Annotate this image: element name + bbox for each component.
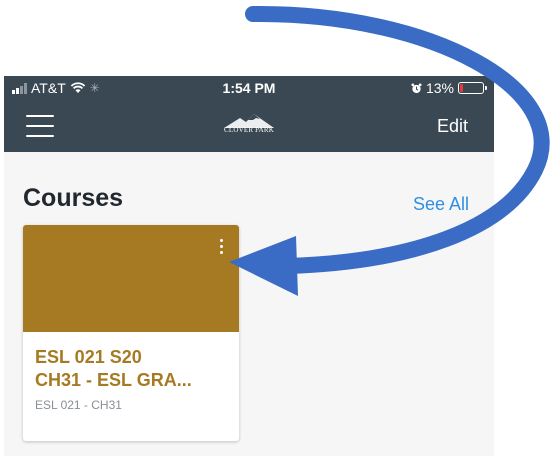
alarm-clock-icon bbox=[411, 82, 422, 93]
battery-fill bbox=[460, 84, 463, 92]
logo-text: CLOVER PARK bbox=[224, 126, 274, 134]
clover-park-logo: CLOVER PARK bbox=[222, 112, 276, 138]
courses-heading: Courses bbox=[23, 184, 124, 212]
app-screen: AT&T ✳ 1:54 PM 13% CLOVER PARK Edit Cour… bbox=[4, 76, 494, 456]
course-card-banner[interactable] bbox=[23, 225, 239, 332]
see-all-link[interactable]: See All bbox=[413, 194, 469, 215]
course-code: ESL 021 - CH31 bbox=[35, 398, 122, 412]
edit-button[interactable]: Edit bbox=[437, 116, 468, 137]
status-right: 13% bbox=[411, 80, 487, 96]
course-name[interactable]: ESL 021 S20 CH31 - ESL GRA... bbox=[35, 346, 231, 392]
hamburger-menu-icon[interactable] bbox=[26, 115, 54, 137]
battery-percent: 13% bbox=[425, 80, 454, 96]
course-card[interactable]: ESL 021 S20 CH31 - ESL GRA... ESL 021 - … bbox=[23, 225, 239, 441]
nav-bar: CLOVER PARK Edit bbox=[4, 100, 494, 152]
more-options-icon[interactable] bbox=[220, 239, 224, 254]
status-bar: AT&T ✳ 1:54 PM 13% bbox=[4, 76, 494, 100]
battery-icon bbox=[458, 82, 487, 94]
